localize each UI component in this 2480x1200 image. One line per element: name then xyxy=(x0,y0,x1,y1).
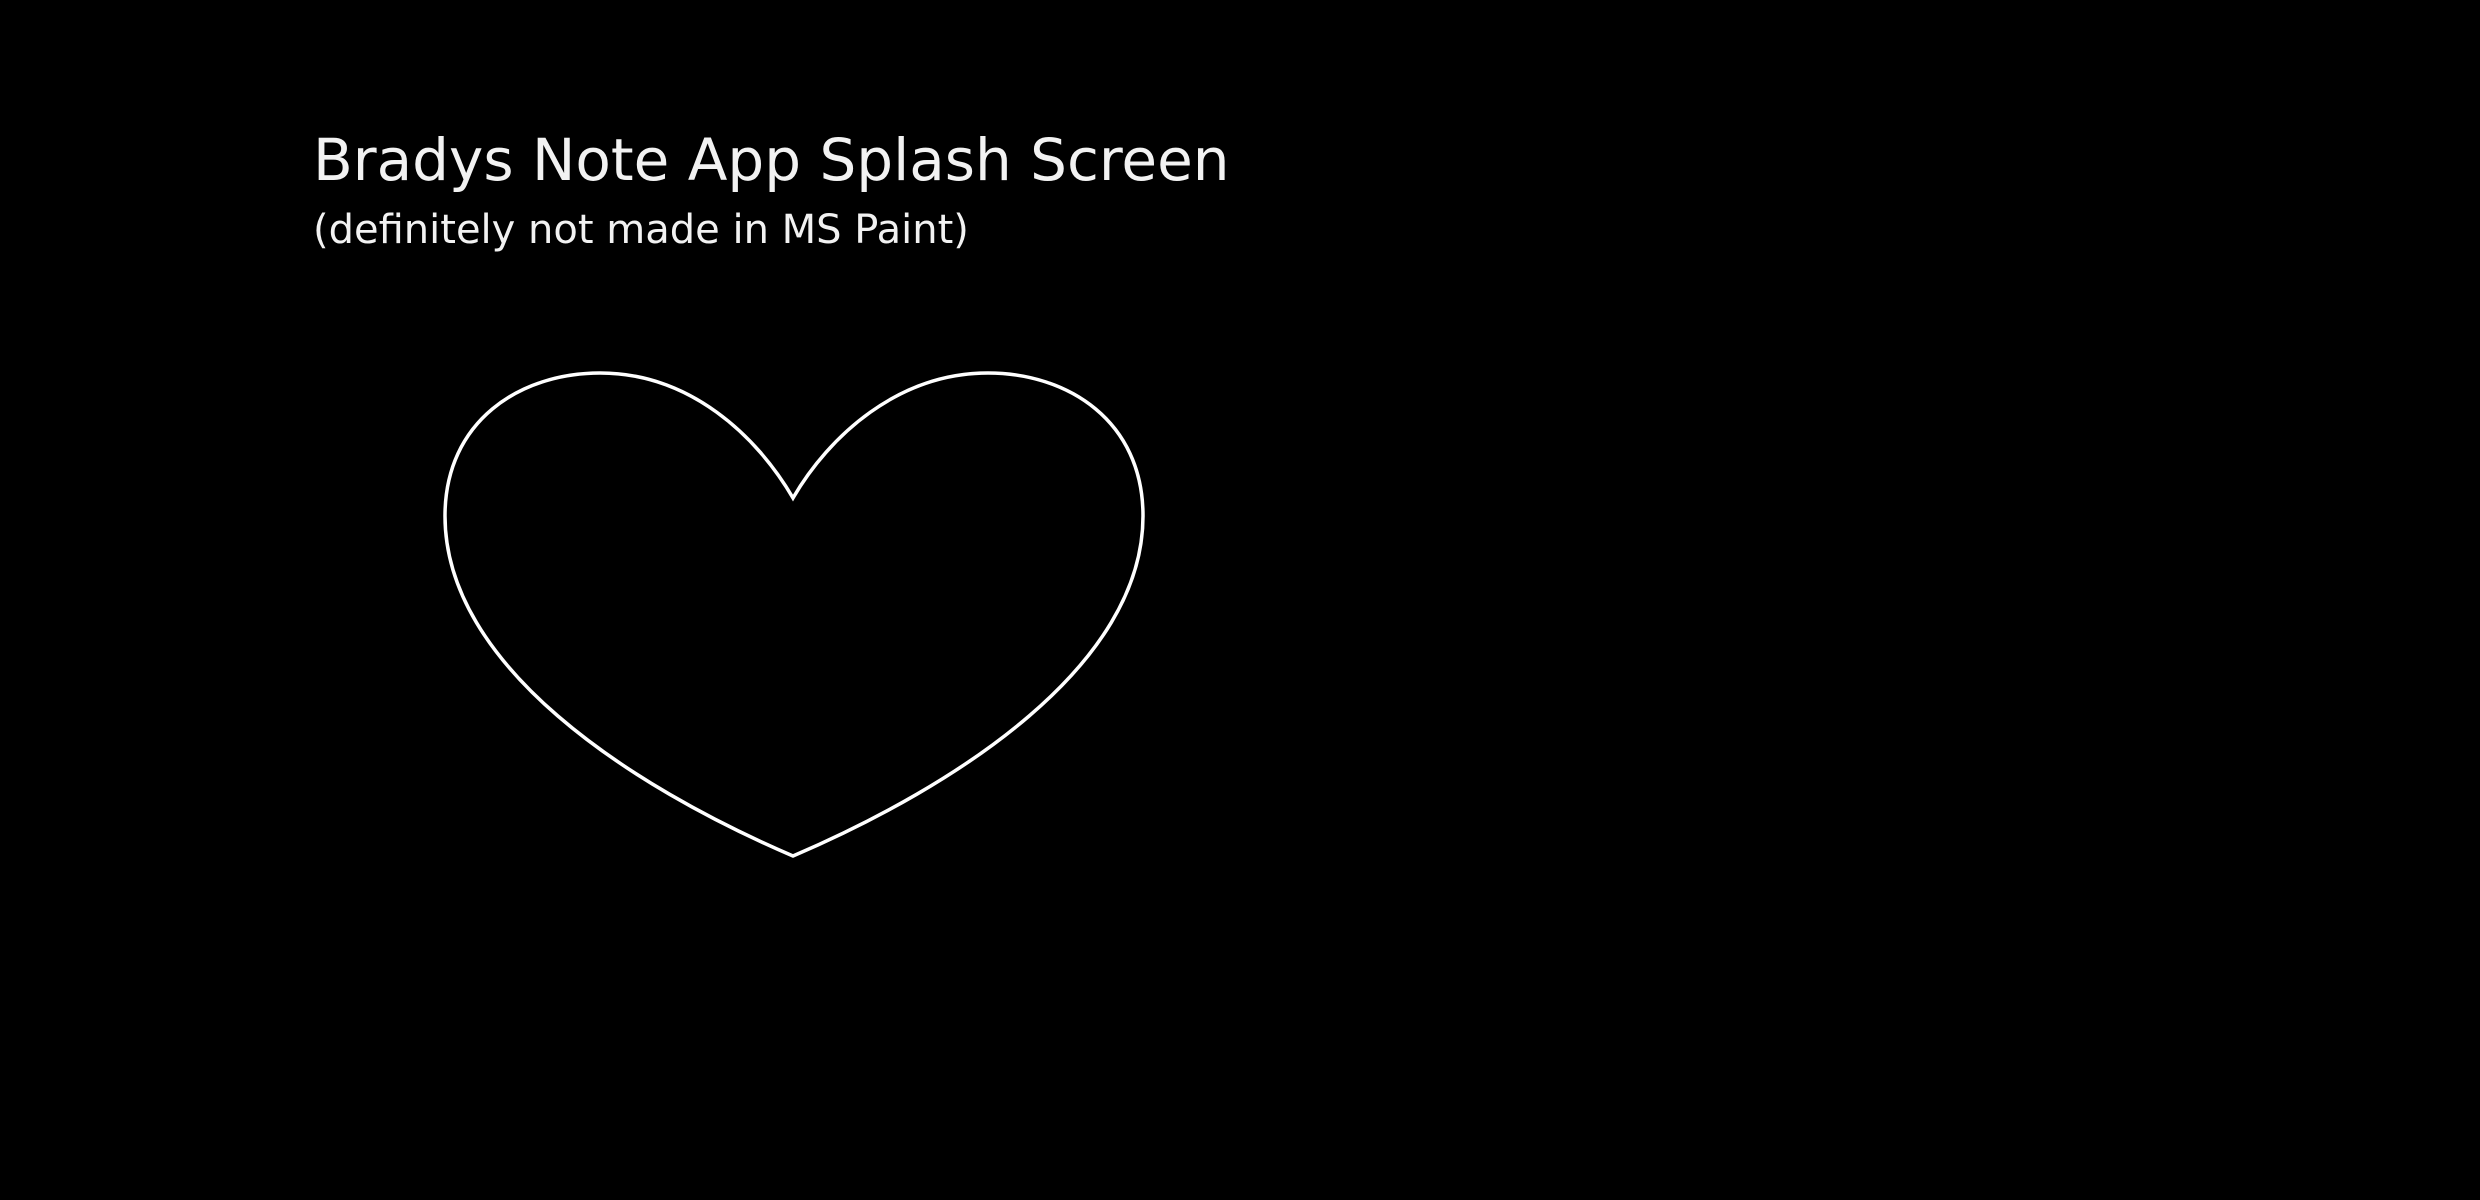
heart-outline xyxy=(443,371,1145,858)
splash-title: Bradys Note App Splash Screen xyxy=(313,126,1230,194)
heart-icon xyxy=(440,366,1148,860)
splash-subtitle: (definitely not made in MS Paint) xyxy=(313,207,969,253)
splash-screen: Bradys Note App Splash Screen (definitel… xyxy=(0,0,2480,1200)
